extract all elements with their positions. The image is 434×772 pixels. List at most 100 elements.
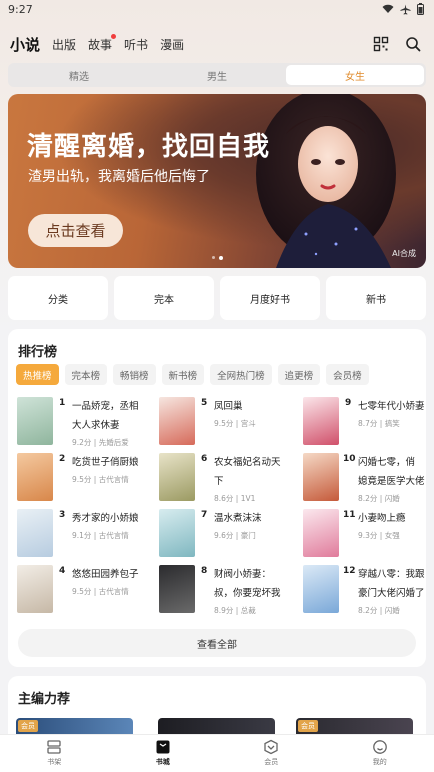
chip-member[interactable]: 会员榜 (326, 364, 369, 385)
chip-new[interactable]: 新书榜 (161, 364, 205, 385)
book-title-line: 农女福妃名动天 (214, 457, 281, 468)
book-meta: 8.6分 | 1V1 (214, 494, 256, 503)
chip-trending[interactable]: 全网热门榜 (210, 364, 272, 385)
tab-novel[interactable]: 小说 (10, 34, 40, 55)
bookshelf-icon (47, 740, 61, 754)
ranking-book-item[interactable]: 10 闪婚七零，俏 媳竟是医学大佬 8.2分 | 闪婚 (303, 453, 434, 507)
scan-grid-icon[interactable] (370, 33, 392, 55)
book-cover (303, 453, 339, 501)
tab-story-label: 故事 (88, 37, 113, 52)
book-title-line: 七零年代小娇妻 (358, 401, 425, 412)
bottom-navigation: 书架 书城 会员 我的 (0, 734, 434, 772)
book-cover (17, 565, 53, 613)
ranking-book-item[interactable]: 1 一品娇宠，丞相 大人求休妻 9.2分 | 先婚后爱 (17, 397, 157, 451)
book-title-line: 穿越八零：我跟 (358, 569, 425, 580)
book-rank: 4 (59, 566, 66, 576)
member-badge: 会员 (18, 720, 38, 732)
banner-title: 清醒离婚，找回自我 (27, 132, 271, 162)
tab-publish[interactable]: 出版 (52, 36, 76, 53)
ranking-book-item[interactable]: 4 悠悠田园养包子 9.5分 | 古代言情 (17, 565, 157, 619)
book-title: 七零年代小娇妻 (358, 397, 434, 416)
book-title-line: 媳竟是医学大佬 (358, 476, 425, 487)
book-cover (159, 397, 195, 445)
book-cover (303, 565, 339, 613)
book-cover (303, 397, 339, 445)
book-title-line: 悠悠田园养包子 (72, 569, 139, 580)
ranking-chip-tabs: 热推榜 完本榜 畅销榜 新书榜 全网热门榜 追更榜 会员榜 (16, 364, 369, 385)
book-title-line: 叔，你要宠坏我 (214, 588, 281, 599)
book-title: 秀才家的小娇娘 (72, 509, 158, 528)
quick-link-new-books[interactable]: 新书 (326, 276, 426, 320)
status-icons (382, 3, 424, 15)
ranking-book-item[interactable]: 2 吃货世子俏厨娘 9.5分 | 古代言情 (17, 453, 157, 507)
book-cover (17, 453, 53, 501)
book-cover (159, 565, 195, 613)
quick-link-completed[interactable]: 完本 (114, 276, 214, 320)
book-meta: 9.2分 | 先婚后爱 (72, 438, 129, 447)
book-title: 穿越八零：我跟 豪门大佬闪婚了 (358, 565, 434, 603)
ranking-book-item[interactable]: 11 小妻吻上瘾 9.3分 | 女强 (303, 509, 434, 563)
ranking-book-item[interactable]: 9 七零年代小娇妻 8.7分 | 搞笑 (303, 397, 434, 451)
search-icon[interactable] (402, 33, 424, 55)
book-cover (17, 397, 53, 445)
quick-link-monthly-picks[interactable]: 月度好书 (220, 276, 320, 320)
chip-bestseller[interactable]: 畅销榜 (113, 364, 156, 385)
book-title-line: 吃货世子俏厨娘 (72, 457, 139, 468)
banner-cta-button[interactable]: 点击查看 (28, 214, 123, 247)
nav-vip-label: 会员 (264, 758, 279, 766)
nav-vip[interactable]: 会员 (217, 735, 326, 772)
airplane-icon (400, 3, 411, 15)
quick-link-category[interactable]: 分类 (8, 276, 108, 320)
tab-audiobook[interactable]: 听书 (124, 36, 148, 53)
tab-comic[interactable]: 漫画 (160, 36, 184, 53)
book-title-line: 闪婚七零，俏 (358, 457, 416, 468)
book-rank: 1 (59, 398, 66, 408)
book-title-line: 豪门大佬闪婚了 (358, 588, 425, 599)
ranking-book-item[interactable]: 5 凤回巢 9.5分 | 宫斗 (159, 397, 299, 451)
chip-following[interactable]: 追更榜 (277, 364, 321, 385)
book-title: 小妻吻上瘾 (358, 509, 434, 528)
editor-picks-heading: 主编力荐 (18, 692, 71, 707)
book-title-line: 一品娇宠，丞相 (72, 401, 139, 412)
book-meta: 8.7分 | 搞笑 (358, 419, 400, 428)
book-title-line: 财阀小娇妻： (214, 569, 272, 580)
segment-male[interactable]: 男生 (148, 65, 286, 85)
member-badge: 会员 (298, 720, 318, 732)
nav-bookstore[interactable]: 书城 (109, 735, 218, 772)
tab-story[interactable]: 故事 (88, 33, 117, 53)
ranking-book-item[interactable]: 7 温水煮沫沫 9.6分 | 豪门 (159, 509, 299, 563)
book-rank: 3 (59, 510, 66, 520)
quick-links: 分类 完本 月度好书 新书 (8, 276, 426, 320)
book-title: 财阀小娇妻： 叔，你要宠坏我 (214, 565, 300, 603)
book-meta: 8.9分 | 总裁 (214, 606, 256, 615)
bookstore-icon (156, 740, 170, 754)
gender-segmented-control: 精选 男生 女生 (8, 63, 426, 87)
chip-completed[interactable]: 完本榜 (64, 364, 108, 385)
banner-subtitle: 渣男出轨，我离婚后他后悔了 (28, 169, 210, 185)
top-category-nav: 小说 出版 故事 听书 漫画 (0, 30, 434, 58)
book-meta: 9.3分 | 女强 (358, 531, 400, 540)
book-meta: 9.1分 | 古代言情 (72, 531, 129, 540)
ranking-book-item[interactable]: 12 穿越八零：我跟 豪门大佬闪婚了 8.2分 | 闪婚 (303, 565, 434, 619)
ai-generated-label: AI合成 (392, 249, 416, 258)
promo-banner[interactable]: 清醒离婚，找回自我 渣男出轨，我离婚后他后悔了 点击查看 AI合成 (8, 94, 426, 268)
nav-bookshelf[interactable]: 书架 (0, 735, 109, 772)
nav-profile[interactable]: 我的 (326, 735, 434, 772)
book-meta: 8.2分 | 闪婚 (358, 494, 400, 503)
ranking-book-item[interactable]: 6 农女福妃名动天下 8.6分 | 1V1 (159, 453, 299, 507)
book-title: 农女福妃名动天下 (214, 453, 300, 491)
book-rank: 9 (345, 398, 352, 408)
view-all-button[interactable]: 查看全部 (18, 629, 416, 657)
book-title: 凤回巢 (214, 397, 300, 416)
book-title: 悠悠田园养包子 (72, 565, 158, 584)
book-cover (17, 509, 53, 557)
chip-hot[interactable]: 热推榜 (16, 364, 59, 385)
segment-featured[interactable]: 精选 (10, 65, 148, 85)
profile-icon (372, 740, 387, 754)
ranking-book-item[interactable]: 3 秀才家的小娇娘 9.1分 | 古代言情 (17, 509, 157, 563)
ranking-book-item[interactable]: 8 财阀小娇妻： 叔，你要宠坏我 8.9分 | 总裁 (159, 565, 299, 619)
carousel-indicator (212, 256, 223, 260)
segment-female[interactable]: 女生 (286, 65, 424, 85)
book-meta: 9.5分 | 古代言情 (72, 475, 129, 484)
book-rank: 11 (343, 510, 356, 520)
